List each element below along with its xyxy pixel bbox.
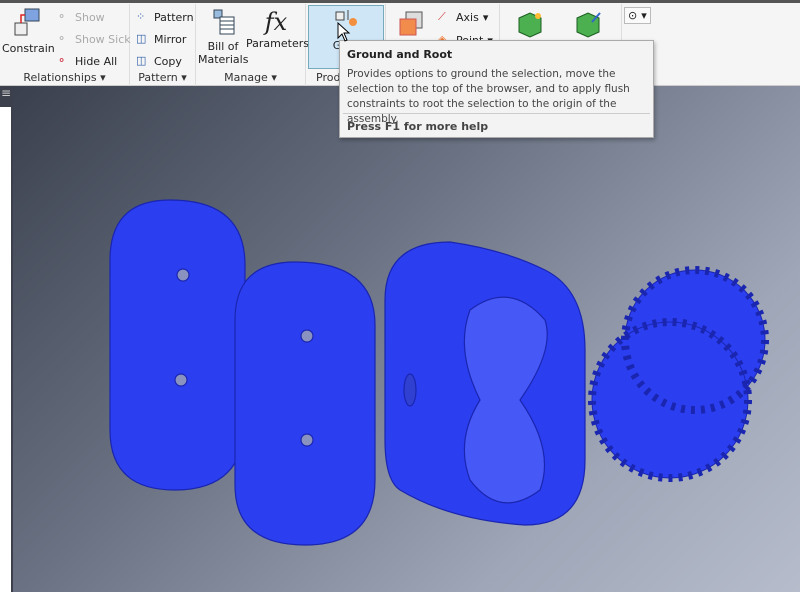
axis-button[interactable]: ⟋ Axis ▾ (438, 10, 488, 24)
graphics-viewport[interactable] (13, 86, 800, 592)
pattern-button[interactable]: ⁘ Pattern (136, 10, 194, 24)
shrinkwrap-icon[interactable] (516, 10, 544, 38)
plate-2 (234, 261, 376, 546)
show-icon: ⚬ (57, 10, 67, 23)
bill-of-materials-icon (213, 9, 235, 35)
ground-and-root-tooltip: Ground and Root Provides options to grou… (339, 40, 654, 138)
constrain-icon (14, 8, 40, 36)
relationships-panel-dropdown[interactable]: Relationships ▾ (0, 71, 129, 84)
tooltip-help: Press F1 for more help (347, 120, 489, 133)
plate-1 (109, 199, 246, 491)
plane-icon[interactable] (396, 10, 426, 40)
assembly-model (109, 199, 769, 546)
panel-manage: Bill of Materials fx Parameters Manage ▾ (196, 4, 309, 86)
manage-panel-dropdown[interactable]: Manage ▾ (196, 71, 305, 84)
copy-button[interactable]: ◫ Copy (136, 54, 182, 68)
panel-pattern: ⁘ Pattern ◫ Mirror ◫ Copy Pattern ▾ (130, 4, 196, 86)
hide-all-icon: ⚬ (57, 54, 67, 67)
panel-relationships: Constrain ⚬ Show ⚬ Show Sick ⚬ Hide All Rel… (0, 4, 131, 86)
gear-pair (588, 266, 769, 482)
function-icon: fx (264, 8, 288, 36)
axis-icon: ⟋ (438, 10, 446, 23)
hide-all-button[interactable]: ⚬ Hide All (57, 54, 117, 68)
constrain-button[interactable]: Constrain (2, 7, 55, 55)
mirror-button[interactable]: ◫ Mirror (136, 32, 186, 46)
more-options-dropdown[interactable]: ⊙ ▾ (624, 7, 651, 24)
expand-circle-icon: ⊙ (628, 9, 638, 22)
model-browser[interactable] (0, 107, 11, 592)
show-sick-button[interactable]: ⚬ Show Sick (57, 32, 131, 46)
bill-of-materials-button[interactable]: Bill of Materials (198, 7, 248, 66)
show-button[interactable]: ⚬ Show (57, 10, 105, 24)
menu-icon[interactable]: ≡ (0, 86, 13, 100)
tooltip-divider (343, 113, 650, 114)
parameters-button[interactable]: fx Parameters (246, 7, 309, 50)
copy-icon: ◫ (136, 54, 147, 67)
tooltip-description: Provides options to ground the selection… (347, 68, 630, 125)
pattern-icon: ⁘ (136, 10, 146, 23)
pattern-panel-dropdown[interactable]: Pattern ▾ (130, 71, 195, 84)
mirror-icon: ◫ (136, 32, 147, 45)
show-sick-icon: ⚬ (57, 32, 67, 45)
simplify-icon[interactable] (574, 10, 602, 38)
tooltip-title: Ground and Root (347, 48, 453, 61)
mouse-cursor-icon (337, 22, 351, 42)
